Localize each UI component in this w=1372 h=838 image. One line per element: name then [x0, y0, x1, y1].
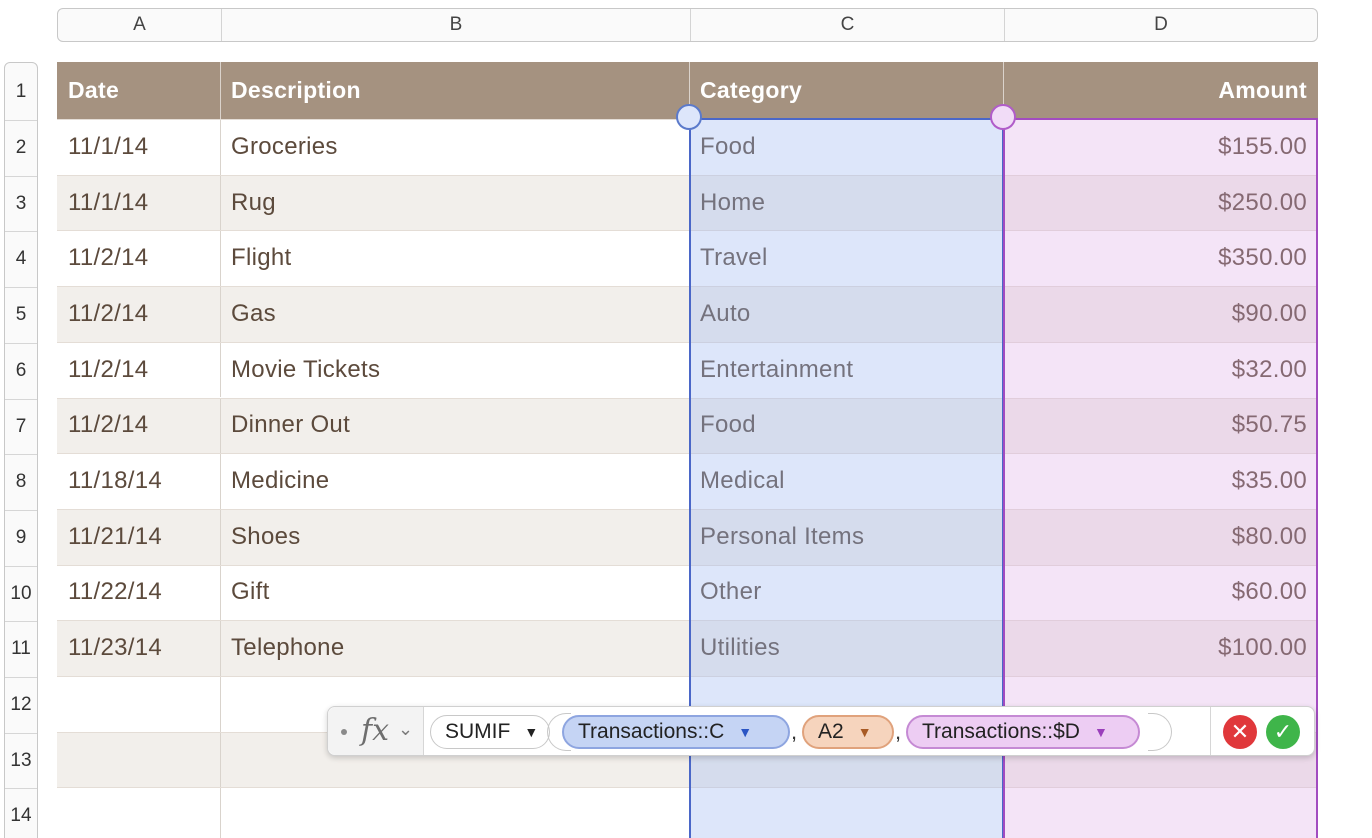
row-header-9[interactable]: 9: [5, 510, 37, 566]
dropdown-arrow-icon[interactable]: ▼: [858, 724, 872, 740]
cell-date[interactable]: 11/2/14: [57, 398, 220, 454]
row-header-8[interactable]: 8: [5, 454, 37, 510]
chevron-down-icon[interactable]: ⌄: [398, 719, 413, 740]
cell-date[interactable]: 11/18/14: [57, 453, 220, 509]
cell-description[interactable]: Medicine: [220, 453, 689, 509]
cell-date[interactable]: 11/21/14: [57, 509, 220, 565]
formula-bar-divider: [1210, 707, 1211, 755]
row-divider: [5, 454, 37, 456]
cell-description[interactable]: [220, 787, 689, 838]
fx-icon: fx: [361, 713, 390, 748]
range-handle-c[interactable]: [676, 104, 702, 130]
row-header-10[interactable]: 10: [5, 566, 37, 622]
column-header-a[interactable]: A: [58, 9, 221, 41]
row-divider: [5, 677, 37, 678]
cell-date[interactable]: 11/2/14: [57, 286, 220, 342]
cell-date[interactable]: [57, 787, 220, 838]
cell-date[interactable]: 11/2/14: [57, 342, 220, 398]
column-header-bar: A B C D: [57, 8, 1318, 42]
header-cell-date[interactable]: Date: [57, 62, 220, 119]
argument-separator: ,: [895, 719, 902, 744]
dropdown-arrow-icon[interactable]: ▼: [1094, 724, 1108, 740]
function-name: SUMIF: [445, 720, 511, 743]
row-divider: [5, 788, 37, 790]
column-header-b[interactable]: B: [222, 9, 690, 41]
dropdown-arrow-icon[interactable]: ▼: [524, 724, 538, 740]
row-header-1[interactable]: 1: [5, 63, 37, 120]
dropdown-arrow-icon[interactable]: ▼: [738, 724, 752, 740]
column-header-c[interactable]: C: [691, 9, 1004, 41]
row-header-2[interactable]: 2: [5, 120, 37, 176]
row-divider: [5, 175, 37, 177]
row-header-4[interactable]: 4: [5, 231, 37, 287]
cell-description[interactable]: Flight: [220, 230, 689, 286]
row-divider: [5, 231, 37, 233]
cell-date[interactable]: 11/22/14: [57, 565, 220, 621]
row-divider: [5, 621, 37, 623]
range-handle-d[interactable]: [990, 104, 1016, 130]
row-divider: [5, 732, 37, 734]
fx-menu[interactable]: fx ⌄: [328, 707, 424, 755]
cell-description[interactable]: Groceries: [220, 119, 689, 175]
row-header-7[interactable]: 7: [5, 399, 37, 455]
cell-description[interactable]: Telephone: [220, 620, 689, 676]
row-header-13[interactable]: 13: [5, 733, 37, 789]
cell-description[interactable]: Gift: [220, 565, 689, 621]
drag-handle-icon[interactable]: [341, 729, 347, 735]
cancel-button[interactable]: ✕: [1223, 715, 1257, 749]
row-divider: [5, 342, 37, 344]
row-divider: [5, 565, 37, 567]
row-header-11[interactable]: 11: [5, 621, 37, 677]
column-header-d[interactable]: D: [1005, 9, 1317, 41]
row-divider: [5, 509, 37, 511]
row-header-bar: 1 2 3 4 5 6 7 8 9 10 11 12 13 14: [4, 62, 38, 838]
argument-separator: ,: [791, 719, 798, 744]
checkmark-icon: ✓: [1273, 719, 1293, 744]
argument-text: A2: [818, 720, 844, 743]
function-token[interactable]: SUMIF ▼: [430, 715, 550, 749]
argument-token-sum-range[interactable]: Transactions::$D ▼: [906, 715, 1140, 749]
cell-date[interactable]: 11/1/14: [57, 175, 220, 231]
cell-date[interactable]: [57, 732, 220, 788]
cell-date[interactable]: 11/23/14: [57, 620, 220, 676]
cell-description[interactable]: Dinner Out: [220, 398, 689, 454]
confirm-button[interactable]: ✓: [1266, 715, 1300, 749]
header-cell-amount[interactable]: Amount: [1003, 62, 1318, 119]
cell-description[interactable]: Shoes: [220, 509, 689, 565]
row-header-12[interactable]: 12: [5, 677, 37, 733]
row-header-3[interactable]: 3: [5, 176, 37, 232]
header-cell-description[interactable]: Description: [220, 62, 689, 119]
argument-text: Transactions::$D: [922, 720, 1080, 743]
cell-description[interactable]: Gas: [220, 286, 689, 342]
row-divider: [5, 120, 37, 121]
header-cell-category[interactable]: Category: [689, 62, 1003, 119]
row-header-5[interactable]: 5: [5, 287, 37, 343]
row-divider: [5, 287, 37, 289]
argument-token-range[interactable]: Transactions::C ▼: [562, 715, 790, 749]
argument-token-criteria[interactable]: A2 ▼: [802, 715, 894, 749]
cell-date[interactable]: [57, 676, 220, 732]
cell-date[interactable]: 11/1/14: [57, 119, 220, 175]
close-paren: [1148, 713, 1172, 751]
row-header-6[interactable]: 6: [5, 343, 37, 399]
cell-description[interactable]: Rug: [220, 175, 689, 231]
cancel-icon: ✕: [1230, 719, 1250, 744]
cell-description[interactable]: Movie Tickets: [220, 342, 689, 398]
row-divider: [5, 398, 37, 400]
formula-editor[interactable]: fx ⌄ SUMIF ▼ Transactions::C ▼ , A2 ▼ , …: [327, 706, 1315, 756]
argument-text: Transactions::C: [578, 720, 725, 743]
cell-date[interactable]: 11/2/14: [57, 230, 220, 286]
row-header-14[interactable]: 14: [5, 788, 37, 838]
